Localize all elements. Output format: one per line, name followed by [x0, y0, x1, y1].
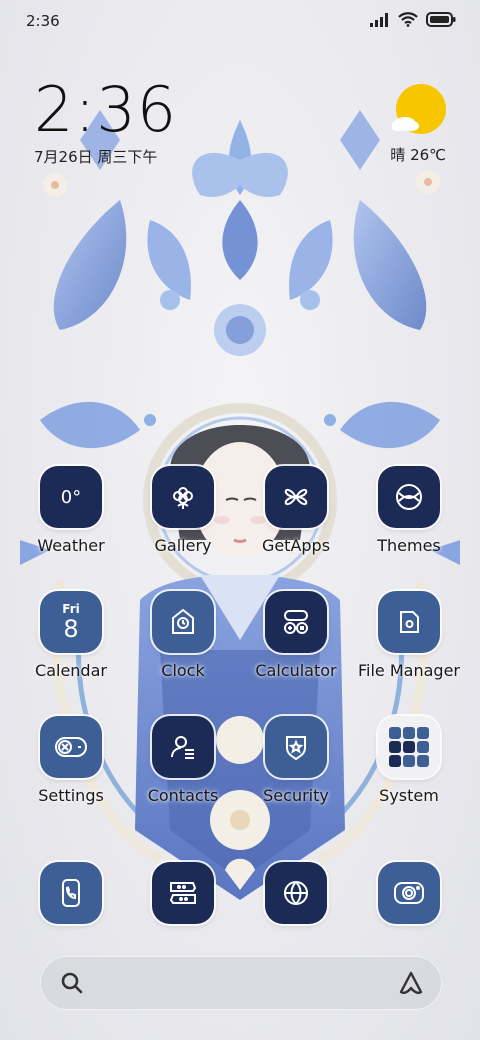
- app-calculator[interactable]: Calculator: [240, 591, 352, 680]
- sunny-cloud-icon: [391, 84, 446, 138]
- contact-icon[interactable]: [152, 716, 214, 778]
- folder-grid-icon[interactable]: [378, 716, 440, 778]
- search-bar[interactable]: [40, 956, 442, 1010]
- clock-time: 2:36: [34, 73, 178, 146]
- app-label: Weather: [37, 536, 105, 555]
- app-system-folder[interactable]: System: [353, 716, 465, 805]
- calendar-icon[interactable]: Fri 8: [40, 591, 102, 653]
- app-clock[interactable]: Clock: [127, 591, 239, 680]
- battery-icon: [426, 12, 456, 27]
- dock-messages[interactable]: [127, 862, 239, 924]
- app-label: Themes: [377, 536, 441, 555]
- weather-widget[interactable]: 晴 26℃: [390, 84, 446, 165]
- signal-icon: [370, 12, 388, 27]
- themes-icon[interactable]: [378, 466, 440, 528]
- calendar-date: 8: [63, 615, 79, 643]
- app-contacts[interactable]: Contacts: [127, 716, 239, 805]
- app-weather[interactable]: 0° Weather: [15, 466, 127, 555]
- folder-icon[interactable]: [378, 591, 440, 653]
- app-themes[interactable]: Themes: [353, 466, 465, 555]
- app-label: Gallery: [154, 536, 212, 555]
- shield-icon[interactable]: [265, 716, 327, 778]
- flower-icon[interactable]: [152, 466, 214, 528]
- weather-app-temp: 0°: [60, 486, 82, 508]
- calculator-icon[interactable]: [265, 591, 327, 653]
- browser-icon[interactable]: [265, 862, 327, 924]
- app-label: Calendar: [35, 661, 107, 680]
- petals-icon[interactable]: [265, 466, 327, 528]
- app-label: Clock: [161, 661, 205, 680]
- clock-widget[interactable]: 2:36 7月26日 周三下午: [34, 78, 177, 167]
- app-label: System: [379, 786, 439, 805]
- app-label: Contacts: [147, 786, 219, 805]
- app-file-manager[interactable]: File Manager: [353, 591, 465, 680]
- wifi-icon: [398, 12, 418, 27]
- status-bar: 2:36: [0, 0, 480, 44]
- clock-date: 7月26日 周三下午: [34, 148, 158, 166]
- app-label: Security: [263, 786, 329, 805]
- app-gallery[interactable]: Gallery: [127, 466, 239, 555]
- search-icon[interactable]: [60, 971, 84, 995]
- dock-camera[interactable]: [353, 862, 465, 924]
- assistant-icon[interactable]: [398, 970, 424, 996]
- status-bar-time: 2:36: [26, 12, 60, 30]
- camera-icon[interactable]: [378, 862, 440, 924]
- app-security[interactable]: Security: [240, 716, 352, 805]
- message-icon[interactable]: [152, 862, 214, 924]
- weather-icon[interactable]: 0°: [40, 466, 102, 528]
- clock-icon[interactable]: [152, 591, 214, 653]
- dock-phone[interactable]: [15, 862, 127, 924]
- app-label: File Manager: [358, 661, 460, 680]
- calendar-day: Fri: [62, 602, 80, 616]
- app-settings[interactable]: Settings: [15, 716, 127, 805]
- app-calendar[interactable]: Fri 8 Calendar: [15, 591, 127, 680]
- app-label: Settings: [38, 786, 104, 805]
- toggle-icon[interactable]: [40, 716, 102, 778]
- app-label: Calculator: [255, 661, 337, 680]
- weather-text: 晴 26℃: [390, 146, 446, 164]
- app-label: GetApps: [261, 536, 331, 555]
- app-getapps[interactable]: GetApps: [240, 466, 352, 555]
- phone-icon[interactable]: [40, 862, 102, 924]
- dock-browser[interactable]: [240, 862, 352, 924]
- status-bar-icons: [370, 12, 456, 27]
